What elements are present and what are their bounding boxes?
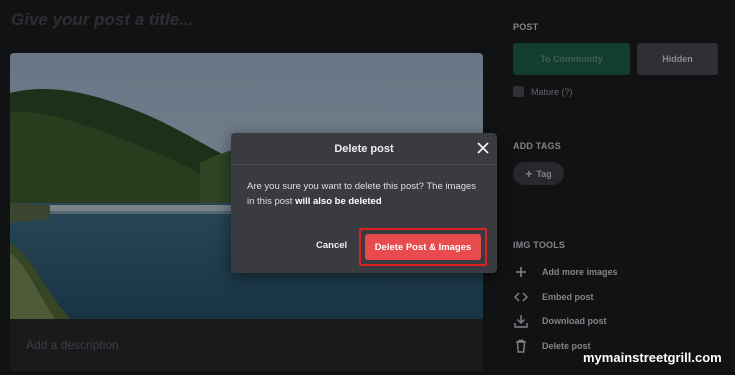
dialog-message: Are you sure you want to delete this pos… xyxy=(247,179,483,209)
close-icon[interactable] xyxy=(475,140,491,156)
cancel-button[interactable]: Cancel xyxy=(316,240,347,251)
watermark: mymainstreetgrill.com xyxy=(583,350,722,365)
delete-post-images-button[interactable]: Delete Post & Images xyxy=(365,234,481,260)
delete-post-dialog: Delete post Are you sure you want to del… xyxy=(231,133,497,273)
dialog-message-bold: will also be deleted xyxy=(295,196,382,207)
dialog-title: Delete post xyxy=(334,143,394,155)
